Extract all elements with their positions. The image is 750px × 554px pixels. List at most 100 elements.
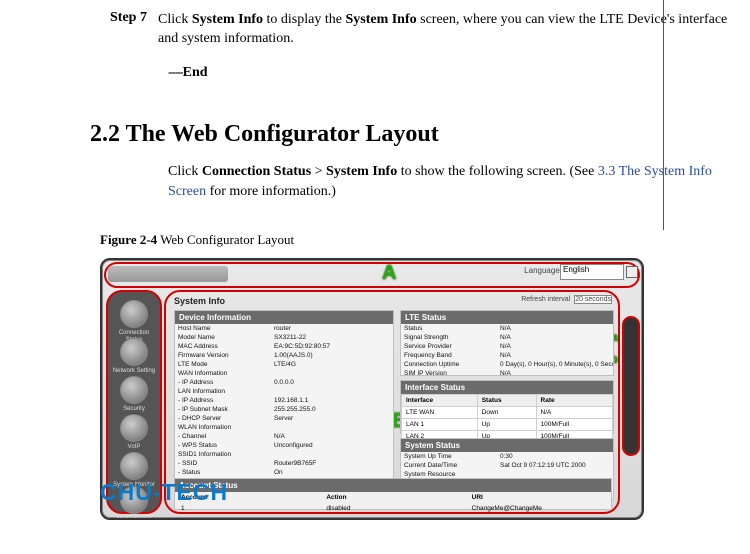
info-key: Model Name	[175, 333, 271, 342]
info-value: N/A	[497, 369, 613, 376]
sidebar-item-network-setting[interactable]: Network Setting	[112, 338, 156, 375]
brand-logo	[108, 266, 228, 282]
info-row: SIM IP VersionN/A	[401, 369, 613, 376]
info-row: - IP Address0.0.0.0	[175, 378, 393, 387]
section-number: 2.2	[90, 121, 120, 147]
table-cell: N/A	[536, 407, 612, 419]
section-title: The Web Configurator Layout	[126, 121, 439, 147]
info-key: Status	[401, 324, 497, 333]
info-value: Sat Oct 9 07:12:19 UTC 2000	[497, 461, 613, 470]
region-side-outline	[622, 316, 640, 456]
info-row: Firmware Version1.00(AAJS.0)	[175, 351, 393, 360]
table-cell: LTE WAN	[402, 407, 478, 419]
sidebar-icon	[120, 300, 148, 328]
sidebar-item-label: VoIP	[112, 444, 156, 451]
info-key: - IP Address	[175, 396, 271, 405]
info-key: LAN Information	[175, 387, 271, 396]
info-key: Firmware Version	[175, 351, 271, 360]
info-row: Host Namerouter	[175, 324, 393, 333]
table-cell: Down	[477, 407, 536, 419]
info-row: Connection Uptime0 Day(s), 0 Hour(s), 0 …	[401, 360, 613, 369]
table-row: LTE WANDownN/A	[402, 407, 613, 419]
step-text: Click	[158, 12, 192, 27]
info-key: - IP Subnet Mask	[175, 405, 271, 414]
info-value	[271, 423, 393, 432]
refresh-select[interactable]: 20 seconds	[574, 295, 612, 304]
sidebar-item-connection-status[interactable]: Connection Status	[112, 300, 156, 343]
language-select[interactable]: English	[560, 264, 624, 280]
info-row: Service ProviderN/A	[401, 342, 613, 351]
info-key: Connection Uptime	[401, 360, 497, 369]
para-bold: Connection Status	[202, 164, 311, 179]
info-row: SSID1 Information	[175, 450, 393, 459]
info-value: 192.168.1.1	[271, 396, 393, 405]
sidebar-icon	[120, 376, 148, 404]
info-row: - SSIDRouter9B765F	[175, 459, 393, 468]
sidebar-item-voip[interactable]: VoIP	[112, 414, 156, 451]
step-bold: System Info	[192, 12, 263, 27]
marker-a: A	[382, 262, 396, 285]
device-info-header: Device Information	[175, 311, 393, 324]
info-key: Current Date/Time	[401, 461, 497, 470]
account-status-panel: Account Status AccountActionURI1disabled…	[174, 478, 612, 510]
account-status-header: Account Status	[175, 479, 611, 492]
info-row: - IP Address192.168.1.1	[175, 396, 393, 405]
info-row: LAN Information	[175, 387, 393, 396]
info-key: - IP Address	[175, 378, 271, 387]
info-key: Host Name	[175, 324, 271, 333]
info-value: 0.0.0.0	[271, 378, 393, 387]
info-row: WAN Information	[175, 369, 393, 378]
logout-icon[interactable]	[626, 266, 638, 278]
info-value: N/A	[497, 324, 613, 333]
para-text: >	[311, 164, 326, 179]
info-row: System Up Time0:30	[401, 452, 613, 461]
para-text: Click	[168, 164, 202, 179]
end-marker: ----End	[0, 49, 750, 81]
info-key: MAC Address	[175, 342, 271, 351]
para-text: for more information.)	[206, 184, 336, 199]
refresh-area: Refresh interval 20 seconds	[521, 296, 612, 303]
account-cell: ChangeMe@ChangeMe	[466, 503, 611, 514]
info-value	[271, 369, 393, 378]
table-cell: 100M/Full	[536, 419, 612, 431]
info-row: - ChannelN/A	[175, 432, 393, 441]
page-title: System Info	[174, 296, 225, 306]
info-row: Frequency BandN/A	[401, 351, 613, 360]
end-label: End	[183, 65, 208, 80]
info-value: Router9B765F	[271, 459, 393, 468]
figure-label: Figure 2-4	[100, 232, 157, 247]
section-heading: 2.2 The Web Configurator Layout	[0, 81, 750, 152]
sidebar-item-security[interactable]: Security	[112, 376, 156, 413]
language-label: Language:	[524, 266, 562, 275]
lte-status-header: LTE Status	[401, 311, 613, 324]
info-row: Signal StrengthN/A	[401, 333, 613, 342]
table-header: Rate	[536, 395, 612, 407]
info-row: - DHCP ServerServer	[175, 414, 393, 423]
info-key: - DHCP Server	[175, 414, 271, 423]
info-row: LTE ModeLTE/4G	[175, 360, 393, 369]
info-key: SIM IP Version	[401, 369, 497, 376]
info-value: N/A	[271, 432, 393, 441]
account-col: Action	[320, 492, 465, 503]
info-value: 0 Day(s), 0 Hour(s), 0 Minute(s), 0 Seco…	[497, 360, 613, 369]
info-value: SX3211-22	[271, 333, 393, 342]
info-row: - StatusOn	[175, 468, 393, 477]
para-text: to show the following screen. (See	[397, 164, 598, 179]
sidebar-icon	[120, 452, 148, 480]
account-cell: disabled	[320, 503, 465, 514]
info-value: N/A	[497, 333, 613, 342]
info-value: 255.255.255.0	[271, 405, 393, 414]
info-key: Signal Strength	[401, 333, 497, 342]
step-7: Step 7 Click System Info to display the …	[0, 0, 750, 49]
info-key: LTE Mode	[175, 360, 271, 369]
sidebar-item-label: Security	[112, 406, 156, 413]
info-row: - WPS StatusUnconfigured	[175, 441, 393, 450]
sidebar-item-label: Network Setting	[112, 368, 156, 375]
para-bold: System Info	[326, 164, 397, 179]
table-cell: Up	[477, 419, 536, 431]
info-value: Server	[271, 414, 393, 423]
interface-status-header: Interface Status	[401, 381, 613, 394]
info-key: - WPS Status	[175, 441, 271, 450]
section-paragraph: Click Connection Status > System Info to…	[0, 152, 750, 203]
info-key: Frequency Band	[401, 351, 497, 360]
